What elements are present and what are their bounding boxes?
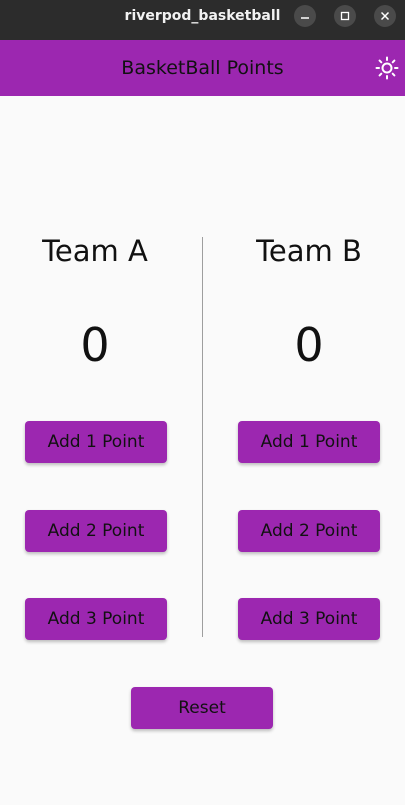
maximize-button[interactable] xyxy=(334,5,356,27)
team-a-add-1-button[interactable]: Add 1 Point xyxy=(25,421,167,463)
app-bar: BasketBall Points xyxy=(0,40,405,96)
team-b-add-3-button[interactable]: Add 3 Point xyxy=(238,598,380,640)
close-button[interactable] xyxy=(374,5,396,27)
minimize-icon xyxy=(301,17,309,19)
maximize-icon xyxy=(340,11,350,21)
team-b-add-2-button[interactable]: Add 2 Point xyxy=(238,510,380,552)
sun-icon xyxy=(375,56,399,80)
team-divider xyxy=(202,237,203,637)
app-title: BasketBall Points xyxy=(121,57,284,79)
team-b-name: Team B xyxy=(256,234,362,268)
team-a-score: 0 xyxy=(80,318,110,372)
close-icon xyxy=(380,11,390,21)
team-a-add-2-button[interactable]: Add 2 Point xyxy=(25,510,167,552)
team-a-add-3-button[interactable]: Add 3 Point xyxy=(25,598,167,640)
theme-toggle-button[interactable] xyxy=(375,56,399,80)
team-b-add-1-button[interactable]: Add 1 Point xyxy=(238,421,380,463)
minimize-button[interactable] xyxy=(294,5,316,27)
window-titlebar: riverpod_basketball xyxy=(0,0,405,40)
team-b-score: 0 xyxy=(294,318,324,372)
reset-button[interactable]: Reset xyxy=(131,687,273,729)
team-a-name: Team A xyxy=(42,234,148,268)
